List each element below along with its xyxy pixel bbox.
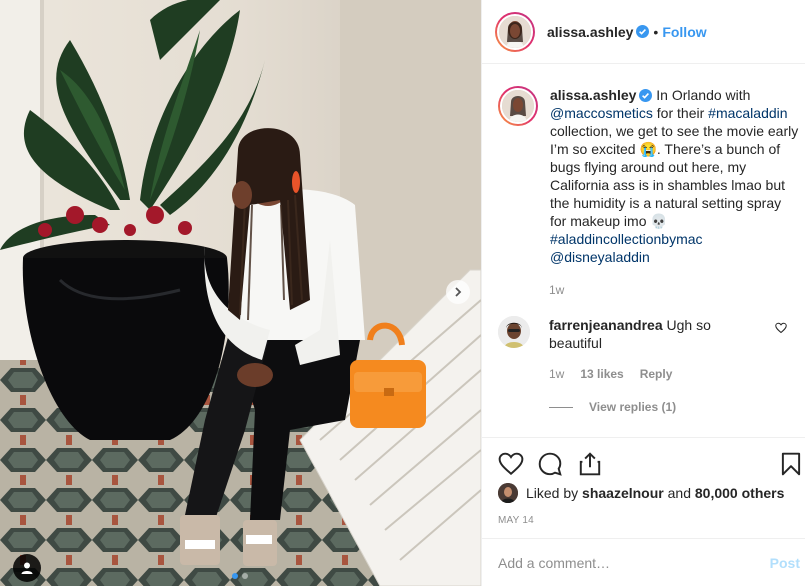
comment-like-icon[interactable]	[775, 322, 787, 337]
comment-item: farrenjeanandrea Ugh so beautiful	[498, 316, 798, 352]
comment-icon[interactable]	[537, 451, 563, 477]
hashtag-link[interactable]: #macaladdin	[708, 105, 787, 121]
likes-summary: Liked by shaazelnour and 80,000 others	[498, 483, 784, 503]
mention-link[interactable]: @maccosmetics	[550, 105, 653, 121]
post-sidebar: alissa.ashley • Follow alissa.ashley In …	[481, 0, 805, 586]
add-comment-form: Post	[482, 538, 805, 586]
bookmark-icon[interactable]	[778, 451, 804, 477]
verified-icon	[636, 25, 650, 38]
view-replies-button[interactable]: View replies (1)	[549, 400, 676, 414]
action-bar	[482, 437, 805, 487]
chevron-right-icon	[452, 286, 464, 298]
comment-likes-count[interactable]: 13 likes	[580, 367, 623, 381]
hashtag-link[interactable]: #aladdincollectionbymac	[550, 231, 703, 247]
heart-icon[interactable]	[498, 451, 524, 477]
caption-text: alissa.ashley In Orlando with @maccosmet…	[550, 86, 800, 266]
reply-button[interactable]: Reply	[640, 367, 673, 381]
caption-text-1: In Orlando with	[656, 87, 751, 103]
carousel-dot	[242, 573, 248, 579]
likes-prefix: Liked by	[526, 485, 579, 501]
caption: alissa.ashley In Orlando with @maccosmet…	[498, 86, 800, 266]
carousel-indicator	[232, 573, 248, 579]
post-header: alissa.ashley • Follow	[482, 0, 805, 64]
comment-input[interactable]	[498, 554, 770, 571]
follow-button[interactable]: Follow	[662, 24, 706, 40]
post-comment-button[interactable]: Post	[770, 555, 800, 571]
author-username[interactable]: alissa.ashley	[547, 24, 633, 40]
post-image[interactable]	[0, 0, 481, 586]
caption-username[interactable]: alissa.ashley	[550, 87, 636, 103]
liker-username[interactable]: shaazelnour	[582, 485, 664, 501]
author-avatar[interactable]	[495, 11, 535, 52]
replies-divider	[549, 406, 573, 408]
comment-timestamp[interactable]: 1w	[549, 367, 564, 381]
likes-connector: and	[667, 485, 691, 501]
share-icon[interactable]	[577, 451, 603, 477]
likes-others-count[interactable]: 80,000 others	[695, 485, 785, 501]
caption-text-3: collection, we get to see the movie earl…	[550, 123, 799, 229]
commenter-username[interactable]: farrenjeanandrea	[549, 317, 663, 333]
header-separator: •	[653, 23, 659, 40]
carousel-dot	[232, 573, 238, 579]
comments-list[interactable]: alissa.ashley In Orlando with @maccosmet…	[482, 64, 805, 437]
caption-author-avatar[interactable]	[498, 86, 538, 126]
caption-timestamp[interactable]: 1w	[549, 283, 564, 297]
view-replies-label: View replies (1)	[589, 400, 677, 414]
verified-icon	[639, 88, 653, 102]
next-slide-button[interactable]	[446, 280, 470, 304]
tagged-users-button[interactable]	[13, 554, 41, 582]
comment-text: farrenjeanandrea Ugh so beautiful	[549, 316, 754, 352]
commenter-avatar[interactable]	[498, 316, 530, 348]
liker-avatar[interactable]	[498, 483, 518, 503]
comment-meta: 1w 13 likes Reply	[549, 367, 672, 381]
post-photo	[0, 0, 481, 586]
user-tag-icon	[20, 561, 34, 575]
post-date[interactable]: MAY 14	[498, 515, 534, 526]
caption-text-2: for their	[652, 105, 709, 121]
mention-link[interactable]: @disneyaladdin	[550, 249, 650, 265]
